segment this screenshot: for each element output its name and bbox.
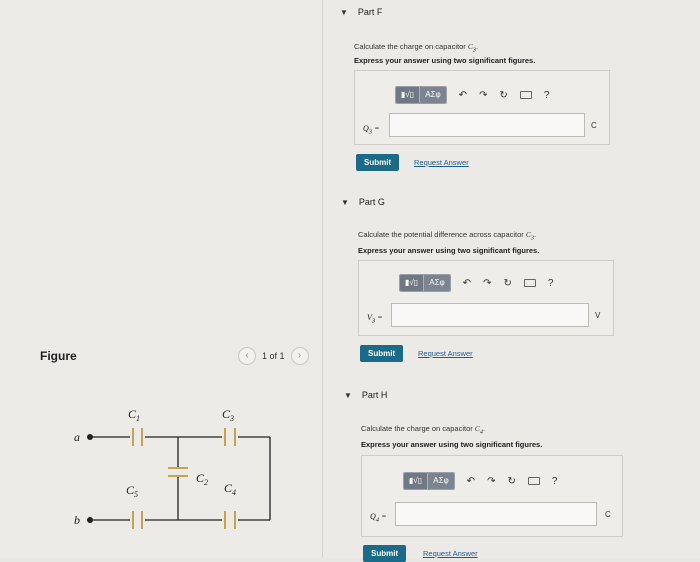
part-g-title: Part G bbox=[358, 197, 385, 207]
part-f-instruction: Express your answer using two significan… bbox=[354, 56, 536, 65]
redo-icon[interactable]: ↷ bbox=[479, 90, 487, 101]
terminal-b-node bbox=[87, 517, 93, 523]
caret-down-icon: ▼ bbox=[341, 197, 349, 207]
terminal-a-node bbox=[87, 434, 93, 440]
help-button[interactable]: ? bbox=[544, 90, 550, 101]
terminal-b-label: b bbox=[74, 513, 80, 527]
sqrt-template-button[interactable]: ▮√▯ bbox=[396, 87, 420, 103]
caret-down-icon: ▼ bbox=[344, 390, 352, 400]
math-buttons: ▮√▯ ΑΣφ bbox=[403, 472, 455, 490]
part-h-request-answer-link[interactable]: Request Answer bbox=[423, 549, 478, 558]
part-g-request-answer-link[interactable]: Request Answer bbox=[418, 349, 473, 358]
part-f-submit-button[interactable]: Submit bbox=[356, 154, 400, 171]
reset-icon[interactable]: ↻ bbox=[507, 476, 515, 487]
c5-label: C5 bbox=[126, 483, 138, 499]
circuit-diagram: a b C1 C3 C2 C4 C5 bbox=[74, 407, 271, 529]
part-g-instruction: Express your answer using two significan… bbox=[358, 246, 540, 255]
part-f-request-answer-link[interactable]: Request Answer bbox=[414, 158, 469, 167]
caret-down-icon: ▼ bbox=[340, 7, 348, 17]
greek-symbols-button[interactable]: ΑΣφ bbox=[427, 473, 454, 489]
part-h-title: Part H bbox=[361, 390, 388, 400]
part-h-toolbar: ▮√▯ ΑΣφ ↶ ↷ ↻ ? bbox=[403, 472, 557, 490]
help-button[interactable]: ? bbox=[548, 278, 554, 289]
c3-label: C3 bbox=[222, 407, 234, 423]
undo-icon[interactable]: ↶ bbox=[459, 90, 467, 101]
prev-figure-button[interactable]: ‹ bbox=[238, 347, 256, 365]
redo-icon[interactable]: ↷ bbox=[483, 278, 491, 289]
keyboard-icon[interactable] bbox=[523, 279, 536, 287]
part-h-answer-label: Q4 = bbox=[370, 512, 387, 524]
part-h-unit: C bbox=[605, 510, 611, 519]
undo-icon[interactable]: ↶ bbox=[463, 278, 471, 289]
sqrt-template-button[interactable]: ▮√▯ bbox=[404, 473, 428, 489]
part-f-toolbar: ▮√▯ ΑΣφ ↶ ↷ ↻ ? bbox=[395, 86, 549, 104]
part-g-question: Calculate the potential difference acros… bbox=[358, 230, 537, 242]
math-buttons: ▮√▯ ΑΣφ bbox=[399, 274, 451, 292]
part-g-submit-button[interactable]: Submit bbox=[360, 345, 404, 362]
sqrt-template-button[interactable]: ▮√▯ bbox=[400, 275, 424, 291]
reset-icon[interactable]: ↻ bbox=[503, 278, 511, 289]
keyboard-icon[interactable] bbox=[519, 91, 532, 99]
redo-icon[interactable]: ↷ bbox=[487, 476, 495, 487]
pager-text: 1 of 1 bbox=[262, 351, 285, 361]
greek-symbols-button[interactable]: ΑΣφ bbox=[419, 87, 446, 103]
part-f-question: Calculate the charge on capacitor C3. bbox=[354, 42, 479, 54]
undo-icon[interactable]: ↶ bbox=[467, 476, 475, 487]
part-h-answer-input[interactable] bbox=[395, 502, 597, 526]
part-h-header[interactable]: ▼ Part H bbox=[344, 390, 387, 400]
c4-label: C4 bbox=[224, 481, 236, 497]
math-buttons: ▮√▯ ΑΣφ bbox=[395, 86, 447, 104]
terminal-a-label: a bbox=[74, 430, 80, 444]
part-h-submit-button[interactable]: Submit bbox=[363, 545, 407, 562]
part-g-header[interactable]: ▼ Part G bbox=[341, 197, 385, 207]
help-button[interactable]: ? bbox=[552, 476, 558, 487]
part-f-answer-label: Q3 = bbox=[363, 124, 380, 136]
part-f-answer-input[interactable] bbox=[389, 113, 585, 137]
figure-pager: ‹ 1 of 1 › bbox=[238, 347, 309, 365]
part-g-unit: V bbox=[595, 311, 601, 320]
part-f-header[interactable]: ▼ Part F bbox=[340, 7, 382, 17]
part-g-answer-label: V3 = bbox=[367, 313, 383, 325]
figure-title: Figure bbox=[40, 349, 77, 363]
part-h-instruction: Express your answer using two significan… bbox=[361, 440, 543, 449]
part-f-unit: C bbox=[591, 121, 597, 130]
greek-symbols-button[interactable]: ΑΣφ bbox=[423, 275, 450, 291]
reset-icon[interactable]: ↻ bbox=[499, 90, 507, 101]
keyboard-icon[interactable] bbox=[527, 477, 540, 485]
chevron-left-icon: ‹ bbox=[245, 350, 249, 361]
figure-pane: Figure ‹ 1 of 1 › a b C1 C3 C2 C4 C5 bbox=[0, 0, 322, 558]
c2-label: C2 bbox=[196, 471, 208, 487]
part-h-question: Calculate the charge on capacitor C4. bbox=[361, 424, 486, 436]
c1-label: C1 bbox=[128, 407, 140, 423]
part-g-toolbar: ▮√▯ ΑΣφ ↶ ↷ ↻ ? bbox=[399, 274, 553, 292]
part-g-answer-input[interactable] bbox=[391, 303, 589, 327]
questions-pane: ▼ Part F Calculate the charge on capacit… bbox=[323, 0, 700, 562]
chevron-right-icon: › bbox=[297, 350, 302, 361]
part-f-title: Part F bbox=[357, 7, 383, 17]
next-figure-button[interactable]: › bbox=[290, 347, 309, 365]
